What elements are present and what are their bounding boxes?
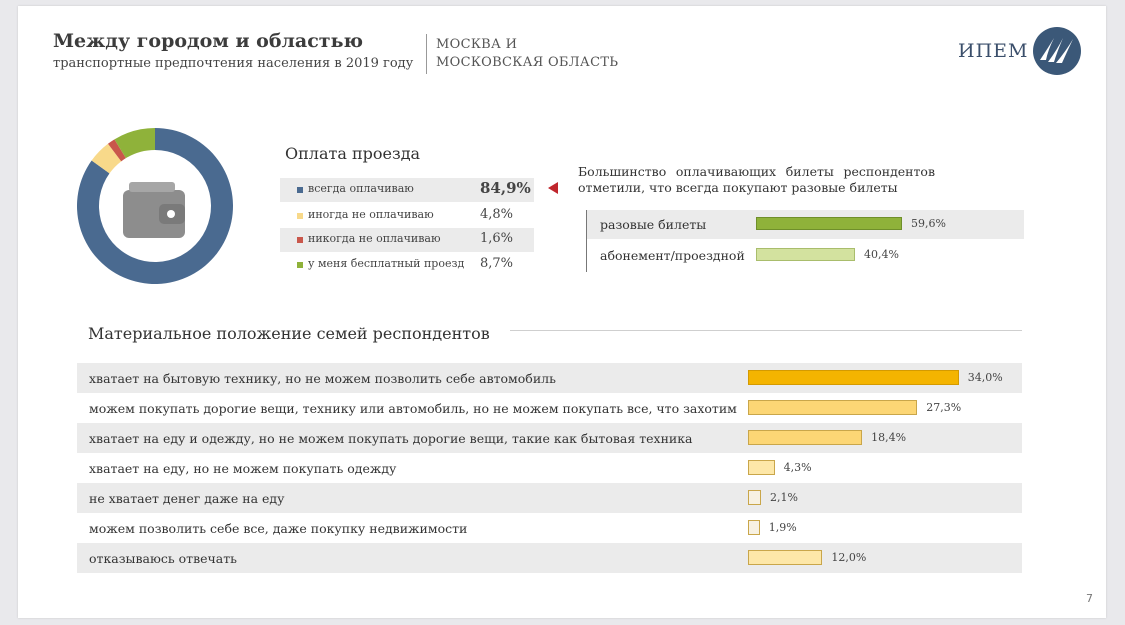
- family-title-rule: [510, 330, 1022, 331]
- family-value: 12,0%: [831, 551, 867, 564]
- family-label: хватает на бытовую технику, но не можем …: [89, 371, 556, 386]
- ticket-label: разовые билеты: [600, 217, 707, 232]
- legend-label: никогда не оплачиваю: [308, 232, 441, 245]
- page-subtitle: транспортные предпочтения населения в 20…: [53, 56, 414, 71]
- family-bar: [748, 370, 959, 385]
- payment-donut-chart: [77, 128, 234, 284]
- family-value: 34,0%: [967, 371, 1003, 384]
- family-bar: [748, 520, 760, 535]
- ticket-bar: [756, 248, 855, 261]
- slide: Между городом и областью транспортные пр…: [18, 6, 1106, 618]
- ticket-label: абонемент/проездной: [600, 248, 745, 263]
- family-bar: [748, 550, 823, 565]
- family-value: 2,1%: [770, 491, 798, 504]
- brand-logo-icon: [1033, 27, 1081, 75]
- family-bar: [748, 490, 762, 505]
- note-arrow-icon: [548, 182, 558, 194]
- legend-value: 4,8%: [480, 207, 514, 222]
- legend-swatch: [297, 262, 303, 268]
- legend-row: у меня бесплатный проезд 8,7%: [280, 253, 534, 277]
- legend-row: никогда не оплачиваю 1,6%: [280, 228, 534, 252]
- page-number: 7: [1086, 592, 1093, 605]
- family-row: хватает на бытовую технику, но не можем …: [77, 363, 1022, 393]
- legend-label: у меня бесплатный проезд: [308, 257, 465, 270]
- region-label: МОСКВА И МОСКОВСКАЯ ОБЛАСТЬ: [436, 36, 618, 72]
- legend-row: иногда не оплачиваю 4,8%: [280, 204, 534, 228]
- legend-label: всегда оплачиваю: [308, 182, 414, 195]
- family-label: хватает на еду и одежду, но не можем пок…: [89, 431, 693, 446]
- family-row: можем позволить себе все, даже покупку н…: [77, 513, 1022, 543]
- legend-swatch: [297, 237, 303, 243]
- page-title: Между городом и областью: [53, 30, 363, 52]
- family-label: отказываюсь отвечать: [89, 551, 237, 566]
- family-label: можем позволить себе все, даже покупку н…: [89, 521, 468, 536]
- payment-title: Оплата проезда: [285, 144, 421, 163]
- legend-value: 84,9%: [480, 179, 531, 197]
- legend-value: 1,6%: [480, 231, 514, 246]
- region-line-2: МОСКОВСКАЯ ОБЛАСТЬ: [436, 55, 619, 70]
- family-value: 18,4%: [871, 431, 907, 444]
- legend-swatch: [297, 187, 303, 193]
- family-label: не хватает денег даже на еду: [89, 491, 285, 506]
- family-row: отказываюсь отвечать 12,0%: [77, 543, 1022, 573]
- family-bar: [748, 460, 775, 475]
- family-title: Материальное положение семей респонденто…: [88, 324, 490, 343]
- header-divider: [426, 34, 427, 74]
- ticket-bar: [756, 217, 903, 230]
- family-value: 4,3%: [783, 461, 812, 474]
- family-bar: [748, 400, 918, 415]
- legend-swatch: [297, 213, 303, 219]
- family-label: хватает на еду, но не можем покупать оде…: [89, 461, 397, 476]
- family-bar: [748, 430, 863, 445]
- family-value: 1,9%: [768, 521, 797, 534]
- payment-note: Большинство оплачивающих билеты респонде…: [578, 164, 935, 195]
- legend-value: 8,7%: [480, 256, 514, 271]
- family-value: 27,3%: [926, 401, 962, 414]
- family-row: хватает на еду, но не можем покупать оде…: [77, 453, 1022, 483]
- ticket-chart: разовые билеты 59,6% абонемент/проездной 40…: [586, 210, 1024, 272]
- family-row: не хватает денег даже на еду 2,1%: [77, 483, 1022, 513]
- family-row: можем покупать дорогие вещи, технику или…: [77, 393, 1022, 423]
- legend-row: всегда оплачиваю 84,9%: [280, 178, 534, 202]
- region-line-1: МОСКВА И: [436, 37, 518, 52]
- ticket-value: 59,6%: [911, 217, 946, 230]
- wallet-icon: [123, 182, 185, 238]
- family-row: хватает на еду и одежду, но не можем пок…: [77, 423, 1022, 453]
- brand-name: ИПЕМ: [958, 40, 1029, 62]
- ticket-value: 40,4%: [863, 248, 899, 261]
- ticket-row: разовые билеты 59,6%: [587, 210, 1024, 239]
- ticket-row: абонемент/проездной 40,4%: [587, 241, 1024, 270]
- legend-label: иногда не оплачиваю: [308, 208, 434, 221]
- family-label: можем покупать дорогие вещи, технику или…: [89, 401, 737, 416]
